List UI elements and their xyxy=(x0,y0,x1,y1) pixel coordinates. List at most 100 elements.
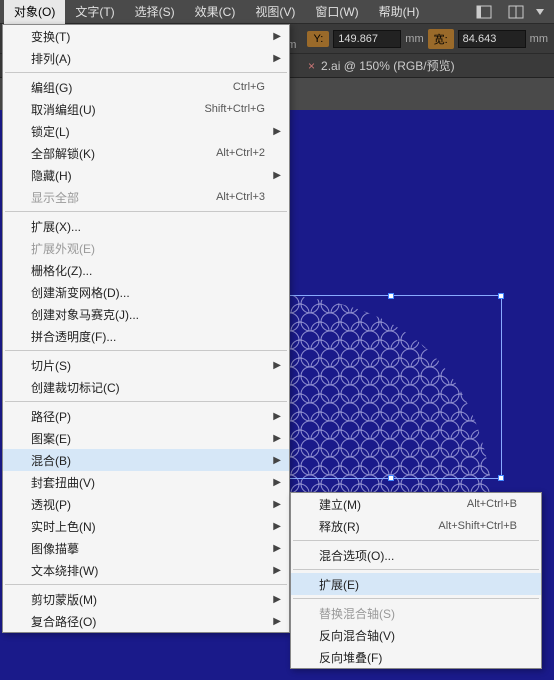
menu-type[interactable]: 文字(T) xyxy=(65,0,124,24)
menu-item: 扩展外观(E) xyxy=(3,237,289,259)
shortcut-label: Ctrl+G xyxy=(233,81,265,93)
submenu-arrow-icon: ▶ xyxy=(273,360,281,371)
menu-item[interactable]: 取消编组(U)Shift+Ctrl+G xyxy=(3,98,289,120)
menu-view[interactable]: 视图(V) xyxy=(245,0,305,24)
menu-item[interactable]: 透视(P) ▶ xyxy=(3,493,289,515)
menu-window[interactable]: 窗口(W) xyxy=(305,0,368,24)
handle-n[interactable] xyxy=(388,293,394,299)
shortcut-label: Alt+Ctrl+B xyxy=(467,498,517,510)
menu-item[interactable]: 切片(S) ▶ xyxy=(3,354,289,376)
submenu-arrow-icon: ▶ xyxy=(273,411,281,422)
menu-item-label: 透视(P) xyxy=(31,496,265,513)
menu-item[interactable]: 反向堆叠(F) xyxy=(291,646,541,668)
menu-item[interactable]: 拼合透明度(F)... xyxy=(3,325,289,347)
menu-item[interactable]: 图像描摹 ▶ xyxy=(3,537,289,559)
menu-help[interactable]: 帮助(H) xyxy=(369,0,430,24)
menu-item[interactable]: 扩展(E) xyxy=(291,573,541,595)
w-input[interactable] xyxy=(458,30,526,48)
menu-item[interactable]: 混合选项(O)... xyxy=(291,544,541,566)
submenu-arrow-icon: ▶ xyxy=(273,477,281,488)
menu-item[interactable]: 剪切蒙版(M) ▶ xyxy=(3,588,289,610)
menu-item[interactable]: 文本绕排(W)▶ xyxy=(3,559,289,581)
menu-item[interactable]: 编组(G)Ctrl+G xyxy=(3,76,289,98)
menu-item-label: 图案(E) xyxy=(31,430,265,447)
menu-item[interactable]: 栅格化(Z)... xyxy=(3,259,289,281)
menu-item[interactable]: 复合路径(O)▶ xyxy=(3,610,289,632)
menu-item-label: 创建渐变网格(D)... xyxy=(31,284,265,301)
submenu-arrow-icon: ▶ xyxy=(273,543,281,554)
menu-item-label: 混合选项(O)... xyxy=(319,547,517,564)
menu-item-label: 扩展(X)... xyxy=(31,218,265,235)
shortcut-label: Shift+Ctrl+G xyxy=(204,103,265,115)
submenu-arrow-icon: ▶ xyxy=(273,53,281,64)
menu-item[interactable]: 实时上色(N) ▶ xyxy=(3,515,289,537)
menu-item[interactable]: 释放(R)Alt+Shift+Ctrl+B xyxy=(291,515,541,537)
menu-item[interactable]: 隐藏(H)▶ xyxy=(3,164,289,186)
separator xyxy=(293,540,539,541)
document-tab[interactable]: × 2.ai @ 150% (RGB/预览) xyxy=(308,57,455,74)
shortcut-label: Alt+Ctrl+3 xyxy=(216,191,265,203)
w-unit: mm xyxy=(530,33,548,45)
menu-item[interactable]: 图案(E)▶ xyxy=(3,427,289,449)
menu-item-label: 图像描摹 xyxy=(31,540,265,557)
separator xyxy=(5,401,287,402)
menu-item-label: 扩展外观(E) xyxy=(31,240,265,257)
handle-s[interactable] xyxy=(388,475,394,481)
selection-bounds xyxy=(280,295,502,479)
menu-item[interactable]: 反向混合轴(V) xyxy=(291,624,541,646)
menu-item-label: 扩展(E) xyxy=(319,576,517,593)
y-unit: mm xyxy=(405,33,423,45)
close-icon[interactable]: × xyxy=(308,59,315,73)
separator xyxy=(5,350,287,351)
separator xyxy=(5,211,287,212)
menu-item-label: 替换混合轴(S) xyxy=(319,605,517,622)
menu-item-label: 锁定(L) xyxy=(31,123,265,140)
layout-icon[interactable] xyxy=(474,2,494,22)
menu-item-label: 显示全部 xyxy=(31,189,216,206)
menu-item[interactable]: 锁定(L)▶ xyxy=(3,120,289,142)
menu-item-label: 创建对象马赛克(J)... xyxy=(31,306,265,323)
menu-item-label: 创建裁切标记(C) xyxy=(31,379,265,396)
menu-item[interactable]: 创建裁切标记(C) xyxy=(3,376,289,398)
menu-item-label: 编组(G) xyxy=(31,79,233,96)
blend-submenu: 建立(M)Alt+Ctrl+B释放(R)Alt+Shift+Ctrl+B 混合选… xyxy=(290,492,542,669)
menu-item[interactable]: 创建渐变网格(D)... xyxy=(3,281,289,303)
menu-item[interactable]: 排列(A)▶ xyxy=(3,47,289,69)
handle-se[interactable] xyxy=(498,475,504,481)
menu-object[interactable]: 对象(O) xyxy=(4,0,65,24)
submenu-arrow-icon: ▶ xyxy=(273,170,281,181)
menu-item-label: 混合(B) xyxy=(31,452,265,469)
separator xyxy=(293,598,539,599)
separator xyxy=(293,569,539,570)
menu-item[interactable]: 封套扭曲(V)▶ xyxy=(3,471,289,493)
menu-item-label: 切片(S) xyxy=(31,357,265,374)
menu-item[interactable]: 创建对象马赛克(J)... xyxy=(3,303,289,325)
submenu-arrow-icon: ▶ xyxy=(273,31,281,42)
submenu-arrow-icon: ▶ xyxy=(273,594,281,605)
dropdown-icon[interactable] xyxy=(530,2,550,22)
submenu-arrow-icon: ▶ xyxy=(273,521,281,532)
w-label: 宽: xyxy=(428,29,454,49)
menu-item-label: 栅格化(Z)... xyxy=(31,262,265,279)
menu-item[interactable]: 扩展(X)... xyxy=(3,215,289,237)
menu-effect[interactable]: 效果(C) xyxy=(185,0,246,24)
menu-item[interactable]: 建立(M)Alt+Ctrl+B xyxy=(291,493,541,515)
menubar: 对象(O) 文字(T) 选择(S) 效果(C) 视图(V) 窗口(W) 帮助(H… xyxy=(0,0,554,24)
doc-setup-icon[interactable] xyxy=(506,2,526,22)
y-input[interactable] xyxy=(333,30,401,48)
submenu-arrow-icon: ▶ xyxy=(273,499,281,510)
menu-select[interactable]: 选择(S) xyxy=(125,0,185,24)
menu-item: 替换混合轴(S) xyxy=(291,602,541,624)
menu-item-label: 反向混合轴(V) xyxy=(319,627,517,644)
menu-item[interactable]: 变换(T)▶ xyxy=(3,25,289,47)
menu-item-label: 文本绕排(W) xyxy=(31,562,265,579)
handle-ne[interactable] xyxy=(498,293,504,299)
menu-item[interactable]: 全部解锁(K)Alt+Ctrl+2 xyxy=(3,142,289,164)
menu-item-label: 建立(M) xyxy=(319,496,467,513)
menu-item-label: 实时上色(N) xyxy=(31,518,265,535)
menu-item[interactable]: 路径(P)▶ xyxy=(3,405,289,427)
menu-item-label: 拼合透明度(F)... xyxy=(31,328,265,345)
menu-item[interactable]: 混合(B)▶ xyxy=(3,449,289,471)
menu-item-label: 剪切蒙版(M) xyxy=(31,591,265,608)
menu-item-label: 反向堆叠(F) xyxy=(319,649,517,666)
